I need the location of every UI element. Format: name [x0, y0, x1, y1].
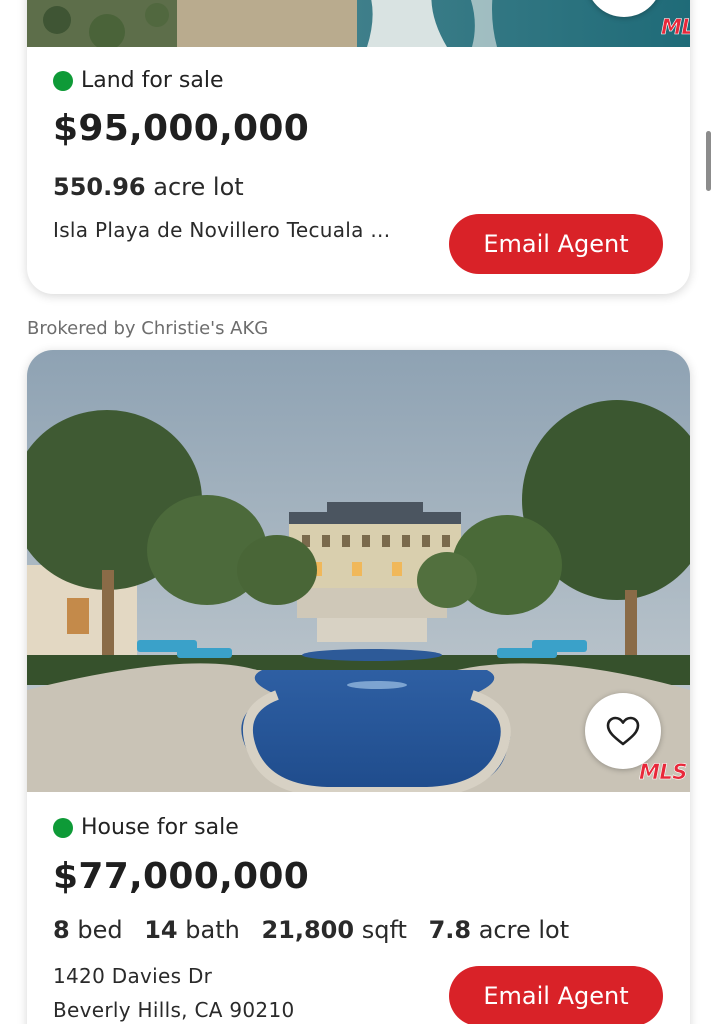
lot-size: 550.96 acre lot [53, 173, 244, 201]
address-city: Beverly Hills, CA 90210 [53, 998, 295, 1022]
listing-card[interactable]: MLS House for sale $77,000,000 8 bed 14 … [27, 350, 690, 1024]
listing-photo[interactable] [27, 0, 690, 47]
address-street: 1420 Davies Dr [53, 964, 213, 988]
email-agent-button[interactable]: Email Agent [449, 214, 663, 274]
listing-price: $95,000,000 [53, 108, 310, 149]
heart-outline-icon [606, 716, 640, 746]
favorite-button[interactable] [585, 693, 661, 769]
sqft: 21,800 sqft [261, 916, 407, 944]
listing-address: Isla Playa de Novillero Tecuala ... [53, 218, 391, 242]
listing-status: Land for sale [53, 68, 223, 93]
beds: 8 bed [53, 916, 123, 944]
mls-badge: MLS [661, 15, 690, 40]
listing-card[interactable]: MLS Land for sale $95,000,000 550.96 acr… [27, 0, 690, 294]
mls-badge: MLS [639, 760, 688, 785]
listing-status: House for sale [53, 815, 239, 840]
status-label: House for sale [81, 815, 239, 840]
broker-label: Brokered by Christie's AKG [27, 318, 269, 339]
listing-facts: 550.96 acre lot [53, 173, 258, 201]
baths: 14 bath [144, 916, 240, 944]
scrollbar[interactable] [706, 131, 711, 191]
status-dot-icon [53, 70, 73, 91]
listing-address: 1420 Davies Dr Beverly Hills, CA 90210 [53, 959, 295, 1024]
email-agent-button[interactable]: Email Agent [449, 966, 663, 1024]
listing-facts: 8 bed 14 bath 21,800 sqft 7.8 acre lot [53, 916, 583, 944]
search-results-page: MLS Land for sale $95,000,000 550.96 acr… [0, 0, 717, 1024]
status-label: Land for sale [81, 68, 224, 93]
status-dot-icon [53, 817, 73, 838]
lot-size: 7.8 acre lot [428, 916, 570, 944]
listing-price: $77,000,000 [53, 856, 310, 897]
